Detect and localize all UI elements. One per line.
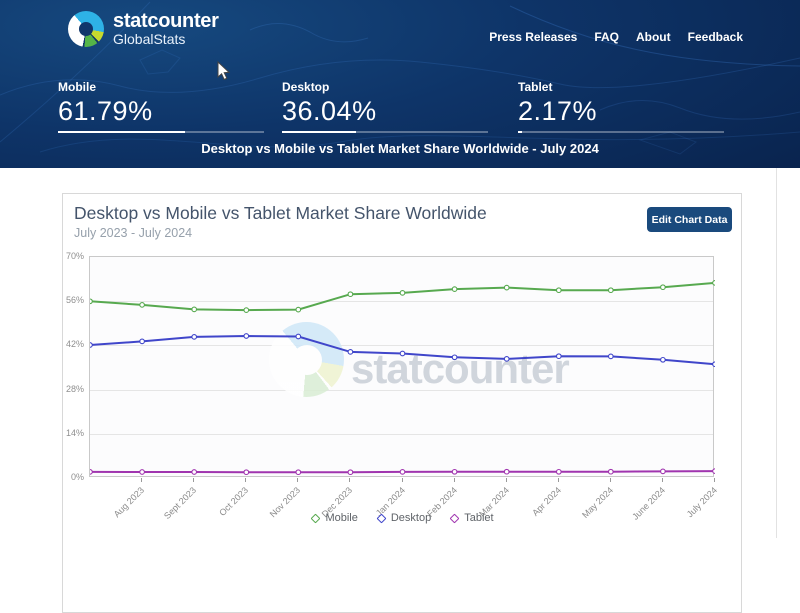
stat-label: Desktop xyxy=(282,80,330,94)
stat-value: 36.04% xyxy=(282,96,377,126)
line-chart xyxy=(90,280,715,476)
nav-faq[interactable]: FAQ xyxy=(594,30,619,44)
stat-label: Tablet xyxy=(518,80,553,94)
stat-progress-fill xyxy=(282,131,357,133)
logo[interactable]: statcounter GlobalStats xyxy=(68,11,219,47)
stat-progress-track xyxy=(518,131,724,133)
y-axis-label: 28% xyxy=(65,384,84,394)
site-header: statcounter GlobalStats Press Releases F… xyxy=(0,0,800,168)
x-axis-label: Jan 2024 xyxy=(373,485,408,519)
stat-progress-track xyxy=(282,131,488,133)
stat-tablet: Tablet 2.17% xyxy=(518,80,724,133)
nav-press-releases[interactable]: Press Releases xyxy=(489,30,577,44)
stat-mobile: Mobile 61.79% xyxy=(58,80,264,133)
y-axis-label: 70% xyxy=(65,251,84,261)
y-axis: 0% 14% 28% 42% 56% 70% xyxy=(63,251,87,482)
legend-item-mobile[interactable]: Mobile xyxy=(310,512,358,524)
y-axis-label: 0% xyxy=(70,472,84,482)
legend-label: Desktop xyxy=(390,512,432,524)
x-axis-label: June 2024 xyxy=(630,485,668,522)
x-axis-tick xyxy=(193,478,194,482)
x-axis-label: May 2024 xyxy=(580,485,616,521)
x-axis-tick xyxy=(662,478,663,482)
stat-progress-fill xyxy=(518,131,523,133)
legend-marker-icon xyxy=(310,513,321,523)
x-axis-tick xyxy=(558,478,559,482)
x-axis-tick xyxy=(297,478,298,482)
stat-value: 2.17% xyxy=(518,96,598,126)
legend-marker-icon xyxy=(376,513,387,523)
header-banner-title: Desktop vs Mobile vs Tablet Market Share… xyxy=(201,141,599,156)
x-axis-label: Mar 2024 xyxy=(477,485,512,519)
legend-marker-icon xyxy=(449,513,460,523)
y-axis-label: 14% xyxy=(65,428,84,438)
stats-row: Mobile 61.79% Desktop 36.04% Tablet 2.17… xyxy=(58,80,742,133)
legend-label: Tablet xyxy=(464,512,494,524)
top-nav: Press Releases FAQ About Feedback xyxy=(489,30,743,44)
logo-title: statcounter xyxy=(113,10,219,32)
y-axis-label: 56% xyxy=(65,295,84,305)
legend-item-desktop[interactable]: Desktop xyxy=(376,512,432,524)
x-axis-tick xyxy=(454,478,455,482)
mouse-cursor-icon xyxy=(217,61,231,81)
x-axis-tick xyxy=(610,478,611,482)
x-axis-label: Apr 2024 xyxy=(530,485,564,518)
x-axis-tick xyxy=(714,478,715,482)
edit-chart-data-button[interactable]: Edit Chart Data xyxy=(647,207,732,232)
chart-plot-area[interactable]: statcounter xyxy=(89,256,715,477)
x-axis-label: Sept 2023 xyxy=(161,485,199,522)
chart-date-range: July 2023 - July 2024 xyxy=(74,226,193,240)
legend-item-tablet[interactable]: Tablet xyxy=(449,512,494,524)
x-axis-label: Nov 2023 xyxy=(267,485,303,520)
x-axis-tick xyxy=(349,478,350,482)
x-axis-label: Dec 2023 xyxy=(319,485,355,520)
chart-card: Desktop vs Mobile vs Tablet Market Share… xyxy=(62,193,742,613)
stat-value: 61.79% xyxy=(58,96,153,126)
x-axis-tick xyxy=(506,478,507,482)
x-axis-label: Feb 2024 xyxy=(425,485,460,519)
legend-label: Mobile xyxy=(325,512,358,524)
x-axis-tick xyxy=(245,478,246,482)
nav-about[interactable]: About xyxy=(636,30,671,44)
x-axis-label: Oct 2023 xyxy=(217,485,251,518)
logo-subtitle: GlobalStats xyxy=(113,31,186,47)
x-axis-tick xyxy=(402,478,403,482)
y-axis-label: 42% xyxy=(65,339,84,349)
nav-feedback[interactable]: Feedback xyxy=(688,30,743,44)
stat-label: Mobile xyxy=(58,80,96,94)
chart-legend: Mobile Desktop Tablet xyxy=(63,512,743,524)
stat-desktop: Desktop 36.04% xyxy=(282,80,488,133)
stat-progress-track xyxy=(58,131,264,133)
x-axis-tick xyxy=(141,478,142,482)
x-axis-label: Aug 2023 xyxy=(111,485,147,520)
stat-progress-fill xyxy=(58,131,186,133)
statcounter-logo-icon xyxy=(68,11,104,47)
x-axis-label: July 2024 xyxy=(684,485,720,520)
chart-title: Desktop vs Mobile vs Tablet Market Share… xyxy=(74,203,487,223)
page-right-divider xyxy=(776,168,777,538)
